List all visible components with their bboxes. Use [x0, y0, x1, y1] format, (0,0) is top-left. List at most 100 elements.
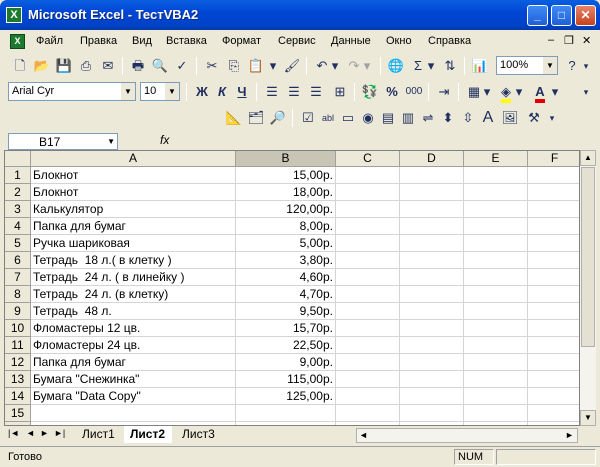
spelling-icon[interactable]: ✓: [172, 56, 192, 76]
italic-button[interactable]: К: [212, 82, 232, 102]
table-cell[interactable]: [336, 184, 400, 201]
table-cell[interactable]: [336, 388, 400, 405]
table-cell[interactable]: 115,00р.: [236, 371, 336, 388]
table-cell[interactable]: [336, 201, 400, 218]
table-cell[interactable]: 8,00р.: [236, 218, 336, 235]
undo-icon[interactable]: ↶: [312, 56, 332, 76]
table-cell[interactable]: [528, 286, 579, 303]
table-cell[interactable]: [528, 303, 579, 320]
menu-edit[interactable]: Правка: [80, 35, 117, 47]
table-cell[interactable]: [236, 405, 336, 422]
table-cell[interactable]: Блокнот: [31, 184, 236, 201]
table-cell[interactable]: [400, 371, 464, 388]
font-color-icon[interactable]: A: [530, 82, 550, 103]
row-header[interactable]: 15: [5, 405, 31, 422]
table-cell[interactable]: 15,00р.: [236, 167, 336, 184]
table-cell[interactable]: [400, 286, 464, 303]
table-cell[interactable]: [464, 337, 528, 354]
sheet-tab-1[interactable]: Лист1: [76, 426, 126, 443]
table-cell[interactable]: [528, 354, 579, 371]
doc-close-button[interactable]: ✕: [582, 34, 591, 47]
table-cell[interactable]: [336, 320, 400, 337]
formula-input[interactable]: [178, 132, 596, 150]
table-cell[interactable]: Папка для бумаг: [31, 354, 236, 371]
print-preview-icon[interactable]: 🔍: [150, 56, 170, 76]
table-cell[interactable]: 9,50р.: [236, 303, 336, 320]
table-cell[interactable]: 18,00р.: [236, 184, 336, 201]
copy-icon[interactable]: ⎘: [224, 56, 244, 76]
format-painter-icon[interactable]: 🖌: [282, 56, 302, 76]
table-cell[interactable]: 4,70р.: [236, 286, 336, 303]
table-cell[interactable]: [464, 286, 528, 303]
row-header[interactable]: 4: [5, 218, 31, 235]
table-cell[interactable]: [336, 371, 400, 388]
table-cell[interactable]: [528, 218, 579, 235]
autosum-icon[interactable]: Σ: [408, 56, 428, 76]
table-cell[interactable]: Фломастеры 12 цв.: [31, 320, 236, 337]
table-cell[interactable]: Тетрадь 24 л. ( в линейку ): [31, 269, 236, 286]
fill-color-icon[interactable]: ◈: [496, 82, 516, 103]
row-header[interactable]: 3: [5, 201, 31, 218]
spreadsheet-grid[interactable]: ABCDEF 1 Блокнот 15,00р. 2 Блокнот 18,00р. 3 Ка…: [4, 150, 580, 426]
table-cell[interactable]: Папка для бумаг: [31, 218, 236, 235]
column-header-c[interactable]: C: [336, 151, 400, 167]
table-cell[interactable]: [528, 337, 579, 354]
comma-style-button[interactable]: 000: [404, 82, 424, 102]
table-cell[interactable]: 3,80р.: [236, 252, 336, 269]
table-cell[interactable]: [400, 201, 464, 218]
column-header-a[interactable]: A: [31, 151, 236, 167]
menu-window[interactable]: Окно: [386, 35, 412, 47]
table-cell[interactable]: [400, 388, 464, 405]
underline-button[interactable]: Ч: [232, 82, 252, 102]
table-cell[interactable]: [464, 269, 528, 286]
horizontal-scrollbar[interactable]: ◄ ►: [356, 428, 578, 443]
table-cell[interactable]: Фломастеры 24 цв.: [31, 337, 236, 354]
column-header-e[interactable]: E: [464, 151, 528, 167]
row-header[interactable]: 9: [5, 303, 31, 320]
table-cell[interactable]: [400, 303, 464, 320]
table-cell[interactable]: [400, 235, 464, 252]
table-cell[interactable]: Бумага "Снежинка": [31, 371, 236, 388]
table-cell[interactable]: Калькулятор: [31, 201, 236, 218]
toggle-button-icon[interactable]: ⇌: [418, 108, 438, 128]
row-header[interactable]: 2: [5, 184, 31, 201]
row-header[interactable]: 8: [5, 286, 31, 303]
save-icon[interactable]: 💾: [54, 56, 74, 76]
table-cell[interactable]: [528, 201, 579, 218]
table-cell[interactable]: [528, 371, 579, 388]
toolbar-options-icon[interactable]: ▾: [546, 108, 558, 128]
table-cell[interactable]: [336, 218, 400, 235]
table-cell[interactable]: [464, 354, 528, 371]
table-cell[interactable]: 120,00р.: [236, 201, 336, 218]
table-cell[interactable]: [528, 405, 579, 422]
table-cell[interactable]: [400, 337, 464, 354]
column-header-d[interactable]: D: [400, 151, 464, 167]
properties-icon[interactable]: 🗂: [246, 108, 266, 128]
table-cell[interactable]: [528, 388, 579, 405]
sort-icon[interactable]: ⇅: [440, 56, 460, 76]
toolbar-options-icon[interactable]: ▾: [580, 56, 592, 76]
table-cell[interactable]: [464, 167, 528, 184]
table-cell[interactable]: [464, 201, 528, 218]
table-cell[interactable]: [400, 405, 464, 422]
column-header-f[interactable]: F: [528, 151, 579, 167]
table-cell[interactable]: [464, 184, 528, 201]
checkbox-control-icon[interactable]: ☑: [298, 108, 318, 128]
table-cell[interactable]: [464, 371, 528, 388]
menu-insert[interactable]: Вставка: [166, 35, 207, 47]
menu-file[interactable]: Файл: [36, 35, 63, 47]
close-button[interactable]: ✕: [575, 5, 596, 26]
spin-button-icon[interactable]: ⬍: [438, 108, 458, 128]
table-cell[interactable]: Блокнот: [31, 167, 236, 184]
table-cell[interactable]: [400, 218, 464, 235]
button-control-icon[interactable]: ▭: [338, 108, 358, 128]
table-cell[interactable]: [464, 388, 528, 405]
cut-icon[interactable]: ✂: [202, 56, 222, 76]
label-control-icon[interactable]: A: [478, 108, 498, 128]
table-cell[interactable]: [400, 167, 464, 184]
table-cell[interactable]: [464, 405, 528, 422]
row-header[interactable]: 11: [5, 337, 31, 354]
table-cell[interactable]: [400, 184, 464, 201]
option-button-icon[interactable]: ◉: [358, 108, 378, 128]
doc-restore-button[interactable]: ❐: [564, 34, 574, 47]
